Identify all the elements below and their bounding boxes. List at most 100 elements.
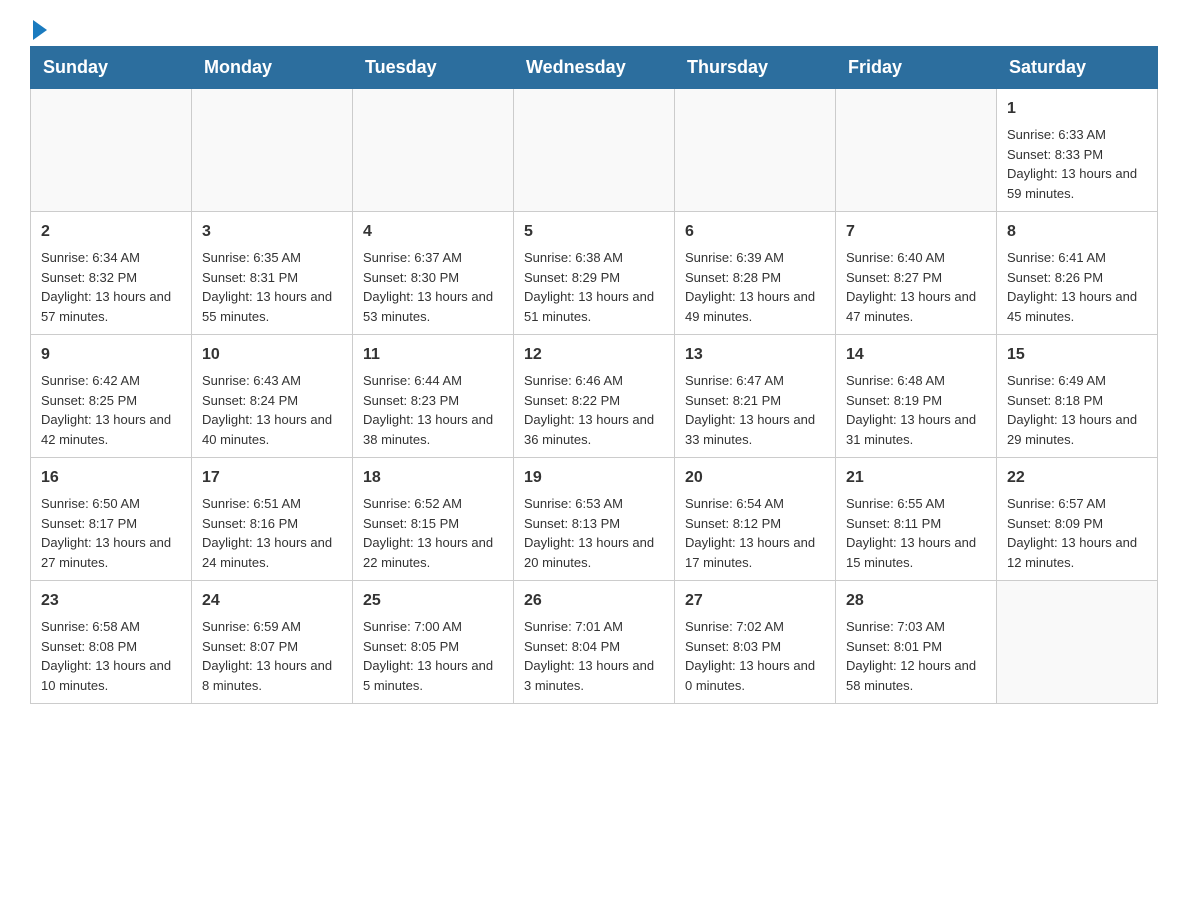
day-number: 5 bbox=[524, 220, 664, 244]
day-number: 18 bbox=[363, 466, 503, 490]
table-row: 9 Sunrise: 6:42 AMSunset: 8:25 PMDaylight… bbox=[31, 335, 192, 458]
calendar-header-row: Sunday Monday Tuesday Wednesday Thursday… bbox=[31, 47, 1158, 89]
day-number: 12 bbox=[524, 343, 664, 367]
table-row: 2 Sunrise: 6:34 AMSunset: 8:32 PMDaylight… bbox=[31, 212, 192, 335]
table-row: 28 Sunrise: 7:03 AMSunset: 8:01 PMDayligh… bbox=[836, 581, 997, 704]
table-row: 4 Sunrise: 6:37 AMSunset: 8:30 PMDaylight… bbox=[353, 212, 514, 335]
col-thursday: Thursday bbox=[675, 47, 836, 89]
col-friday: Friday bbox=[836, 47, 997, 89]
day-info: Sunrise: 6:37 AMSunset: 8:30 PMDaylight:… bbox=[363, 248, 503, 326]
day-info: Sunrise: 6:47 AMSunset: 8:21 PMDaylight:… bbox=[685, 371, 825, 449]
table-row: 22Sunrise: 6:57 AMSunset: 8:09 PMDayligh… bbox=[997, 458, 1158, 581]
day-number: 11 bbox=[363, 343, 503, 367]
page-header bbox=[30, 20, 1158, 36]
table-row: 12 Sunrise: 6:46 AMSunset: 8:22 PMDayligh… bbox=[514, 335, 675, 458]
calendar-week-row: 16 Sunrise: 6:50 AMSunset: 8:17 PMDayligh… bbox=[31, 458, 1158, 581]
logo-arrow-icon bbox=[33, 20, 47, 40]
table-row: 25Sunrise: 7:00 AMSunset: 8:05 PMDayligh… bbox=[353, 581, 514, 704]
table-row bbox=[31, 89, 192, 212]
table-row bbox=[675, 89, 836, 212]
day-info: Sunrise: 6:40 AMSunset: 8:27 PMDaylight:… bbox=[846, 248, 986, 326]
day-info: Sunrise: 6:53 AMSunset: 8:13 PMDaylight:… bbox=[524, 494, 664, 572]
day-info: Sunrise: 6:57 AMSunset: 8:09 PMDaylight:… bbox=[1007, 494, 1147, 572]
day-number: 19 bbox=[524, 466, 664, 490]
day-number: 3 bbox=[202, 220, 342, 244]
day-number: 7 bbox=[846, 220, 986, 244]
table-row: 3 Sunrise: 6:35 AMSunset: 8:31 PMDaylight… bbox=[192, 212, 353, 335]
table-row: 6 Sunrise: 6:39 AMSunset: 8:28 PMDaylight… bbox=[675, 212, 836, 335]
table-row: 26 Sunrise: 7:01 AMSunset: 8:04 PMDayligh… bbox=[514, 581, 675, 704]
day-info: Sunrise: 7:02 AMSunset: 8:03 PMDaylight:… bbox=[685, 617, 825, 695]
day-number: 13 bbox=[685, 343, 825, 367]
day-info: Sunrise: 6:48 AMSunset: 8:19 PMDaylight:… bbox=[846, 371, 986, 449]
col-sunday: Sunday bbox=[31, 47, 192, 89]
day-number: 16 bbox=[41, 466, 181, 490]
day-number: 2 bbox=[41, 220, 181, 244]
table-row: 23 Sunrise: 6:58 AMSunset: 8:08 PMDayligh… bbox=[31, 581, 192, 704]
day-info: Sunrise: 6:49 AMSunset: 8:18 PMDaylight:… bbox=[1007, 371, 1147, 449]
day-info: Sunrise: 6:42 AMSunset: 8:25 PMDaylight:… bbox=[41, 371, 181, 449]
day-number: 9 bbox=[41, 343, 181, 367]
table-row: 15 Sunrise: 6:49 AMSunset: 8:18 PMDayligh… bbox=[997, 335, 1158, 458]
day-info: Sunrise: 7:03 AMSunset: 8:01 PMDaylight:… bbox=[846, 617, 986, 695]
day-info: Sunrise: 6:50 AMSunset: 8:17 PMDaylight:… bbox=[41, 494, 181, 572]
day-info: Sunrise: 6:46 AMSunset: 8:22 PMDaylight:… bbox=[524, 371, 664, 449]
table-row: 1 Sunrise: 6:33 AMSunset: 8:33 PMDaylight… bbox=[997, 89, 1158, 212]
day-number: 28 bbox=[846, 589, 986, 613]
table-row: 10 Sunrise: 6:43 AMSunset: 8:24 PMDayligh… bbox=[192, 335, 353, 458]
table-row: 16 Sunrise: 6:50 AMSunset: 8:17 PMDayligh… bbox=[31, 458, 192, 581]
table-row: 11 Sunrise: 6:44 AMSunset: 8:23 PMDayligh… bbox=[353, 335, 514, 458]
day-number: 20 bbox=[685, 466, 825, 490]
calendar-week-row: 23 Sunrise: 6:58 AMSunset: 8:08 PMDayligh… bbox=[31, 581, 1158, 704]
calendar-week-row: 1 Sunrise: 6:33 AMSunset: 8:33 PMDaylight… bbox=[31, 89, 1158, 212]
day-number: 15 bbox=[1007, 343, 1147, 367]
day-info: Sunrise: 6:34 AMSunset: 8:32 PMDaylight:… bbox=[41, 248, 181, 326]
table-row: 20 Sunrise: 6:54 AMSunset: 8:12 PMDayligh… bbox=[675, 458, 836, 581]
day-number: 23 bbox=[41, 589, 181, 613]
calendar-week-row: 9 Sunrise: 6:42 AMSunset: 8:25 PMDaylight… bbox=[31, 335, 1158, 458]
day-info: Sunrise: 6:51 AMSunset: 8:16 PMDaylight:… bbox=[202, 494, 342, 572]
table-row bbox=[997, 581, 1158, 704]
logo bbox=[30, 20, 47, 36]
day-number: 10 bbox=[202, 343, 342, 367]
col-monday: Monday bbox=[192, 47, 353, 89]
day-info: Sunrise: 6:41 AMSunset: 8:26 PMDaylight:… bbox=[1007, 248, 1147, 326]
day-info: Sunrise: 6:44 AMSunset: 8:23 PMDaylight:… bbox=[363, 371, 503, 449]
day-info: Sunrise: 6:33 AMSunset: 8:33 PMDaylight:… bbox=[1007, 125, 1147, 203]
day-info: Sunrise: 6:58 AMSunset: 8:08 PMDaylight:… bbox=[41, 617, 181, 695]
day-info: Sunrise: 6:35 AMSunset: 8:31 PMDaylight:… bbox=[202, 248, 342, 326]
table-row: 8 Sunrise: 6:41 AMSunset: 8:26 PMDaylight… bbox=[997, 212, 1158, 335]
day-info: Sunrise: 6:39 AMSunset: 8:28 PMDaylight:… bbox=[685, 248, 825, 326]
table-row: 24 Sunrise: 6:59 AMSunset: 8:07 PMDayligh… bbox=[192, 581, 353, 704]
table-row bbox=[514, 89, 675, 212]
table-row bbox=[192, 89, 353, 212]
table-row: 18Sunrise: 6:52 AMSunset: 8:15 PMDayligh… bbox=[353, 458, 514, 581]
day-number: 8 bbox=[1007, 220, 1147, 244]
table-row: 7 Sunrise: 6:40 AMSunset: 8:27 PMDaylight… bbox=[836, 212, 997, 335]
day-info: Sunrise: 6:54 AMSunset: 8:12 PMDaylight:… bbox=[685, 494, 825, 572]
day-number: 17 bbox=[202, 466, 342, 490]
day-number: 24 bbox=[202, 589, 342, 613]
calendar-table: Sunday Monday Tuesday Wednesday Thursday… bbox=[30, 46, 1158, 704]
col-wednesday: Wednesday bbox=[514, 47, 675, 89]
table-row: 5 Sunrise: 6:38 AMSunset: 8:29 PMDaylight… bbox=[514, 212, 675, 335]
table-row: 17 Sunrise: 6:51 AMSunset: 8:16 PMDayligh… bbox=[192, 458, 353, 581]
table-row: 19 Sunrise: 6:53 AMSunset: 8:13 PMDayligh… bbox=[514, 458, 675, 581]
table-row bbox=[836, 89, 997, 212]
table-row: 14Sunrise: 6:48 AMSunset: 8:19 PMDayligh… bbox=[836, 335, 997, 458]
day-number: 4 bbox=[363, 220, 503, 244]
day-info: Sunrise: 6:59 AMSunset: 8:07 PMDaylight:… bbox=[202, 617, 342, 695]
table-row bbox=[353, 89, 514, 212]
table-row: 13 Sunrise: 6:47 AMSunset: 8:21 PMDayligh… bbox=[675, 335, 836, 458]
day-number: 27 bbox=[685, 589, 825, 613]
col-saturday: Saturday bbox=[997, 47, 1158, 89]
day-info: Sunrise: 6:43 AMSunset: 8:24 PMDaylight:… bbox=[202, 371, 342, 449]
day-info: Sunrise: 7:01 AMSunset: 8:04 PMDaylight:… bbox=[524, 617, 664, 695]
day-info: Sunrise: 6:38 AMSunset: 8:29 PMDaylight:… bbox=[524, 248, 664, 326]
day-info: Sunrise: 7:00 AMSunset: 8:05 PMDaylight:… bbox=[363, 617, 503, 695]
day-number: 1 bbox=[1007, 97, 1147, 121]
day-info: Sunrise: 6:55 AMSunset: 8:11 PMDaylight:… bbox=[846, 494, 986, 572]
day-number: 26 bbox=[524, 589, 664, 613]
day-number: 6 bbox=[685, 220, 825, 244]
day-number: 21 bbox=[846, 466, 986, 490]
